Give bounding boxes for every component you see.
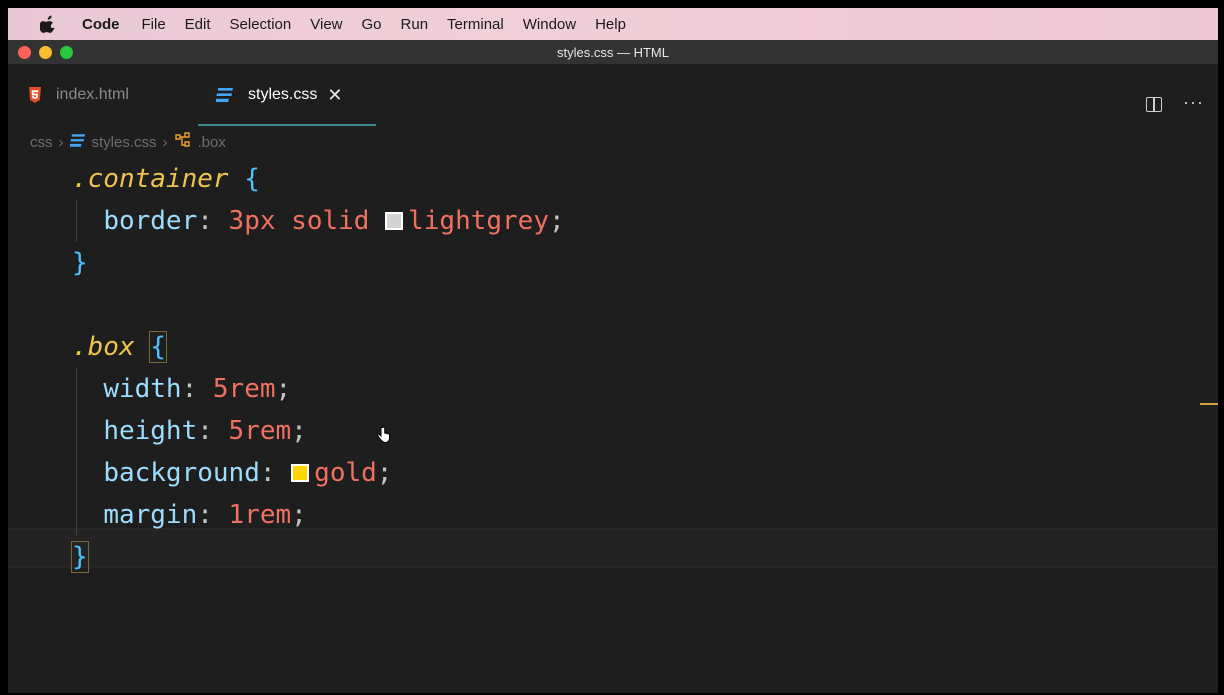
- css-property: height: [103, 416, 198, 446]
- css-property: width: [103, 374, 182, 404]
- close-icon[interactable]: ✕: [327, 85, 342, 106]
- code-line-6: width: 5rem;: [103, 374, 292, 404]
- breadcrumb: css › styles.css › .box: [30, 130, 226, 154]
- color-swatch-icon[interactable]: [291, 464, 310, 482]
- hand-pointer-icon: [376, 426, 392, 449]
- code-line-2: border: 3px solid lightgrey;: [103, 206, 565, 236]
- menu-terminal[interactable]: Terminal: [447, 16, 504, 33]
- open-brace: {: [149, 331, 167, 363]
- css-file-icon: [69, 133, 86, 152]
- open-brace: {: [244, 164, 260, 194]
- menu-go[interactable]: Go: [362, 16, 382, 33]
- css-value: lightgrey: [408, 206, 549, 236]
- chevron-right-icon: ›: [162, 133, 168, 151]
- code-line-8: background: gold;: [103, 458, 393, 488]
- css-property: border: [103, 206, 198, 236]
- zoom-window-button[interactable]: [60, 46, 73, 59]
- close-window-button[interactable]: [18, 46, 31, 59]
- breadcrumb-folder[interactable]: css: [30, 134, 53, 151]
- code-line-3: }: [72, 242, 88, 284]
- menu-view[interactable]: View: [310, 16, 342, 33]
- css-file-icon: [216, 87, 234, 103]
- breadcrumb-symbol[interactable]: .box: [198, 134, 226, 151]
- color-swatch-icon[interactable]: [385, 212, 404, 230]
- more-actions-icon[interactable]: ···: [1183, 92, 1204, 113]
- close-brace: }: [71, 541, 89, 573]
- css-value: gold: [314, 458, 377, 488]
- menu-run[interactable]: Run: [401, 16, 429, 33]
- editor-tab-bar: index.html styles.css ✕ ···: [8, 64, 1218, 126]
- code-editor[interactable]: .container { border: 3px solid lightgrey…: [8, 158, 1218, 693]
- menu-bar: Code File Edit Selection View Go Run Ter…: [8, 8, 1218, 40]
- css-selector: .box: [72, 332, 135, 362]
- css-value: solid: [291, 206, 370, 236]
- code-line-5: .box {: [72, 326, 167, 368]
- css-property: margin: [103, 500, 198, 530]
- traffic-lights: [18, 46, 73, 59]
- menu-app-code[interactable]: Code: [82, 16, 120, 33]
- active-tab-indicator: [198, 124, 376, 126]
- menu-edit[interactable]: Edit: [185, 16, 211, 33]
- css-value: 1rem: [228, 500, 292, 530]
- split-editor-icon[interactable]: [1146, 97, 1162, 112]
- css-value: 5rem: [212, 374, 276, 404]
- window-title: styles.css — HTML: [557, 44, 669, 60]
- tab-label: index.html: [56, 86, 129, 103]
- close-brace: }: [72, 248, 88, 278]
- apple-logo-icon[interactable]: [39, 15, 56, 33]
- window-title-bar: styles.css — HTML: [8, 40, 1218, 64]
- tab-styles-css[interactable]: styles.css ✕: [198, 64, 376, 126]
- css-value: 3px: [228, 206, 276, 236]
- html-file-icon: [28, 87, 42, 103]
- tab-label: styles.css: [248, 86, 318, 103]
- screen: Code File Edit Selection View Go Run Ter…: [8, 8, 1218, 693]
- css-selector: .container: [72, 164, 229, 194]
- code-line-7: height: 5rem;: [103, 416, 307, 446]
- overview-ruler-marker: [1200, 403, 1218, 405]
- menu-selection[interactable]: Selection: [230, 16, 292, 33]
- tab-index-html[interactable]: index.html: [28, 64, 188, 126]
- code-line-10: }: [71, 536, 89, 578]
- code-line-1: .container {: [72, 158, 260, 200]
- menu-help[interactable]: Help: [595, 16, 626, 33]
- chevron-right-icon: ›: [58, 133, 64, 151]
- symbol-class-icon: [174, 132, 192, 152]
- css-value: 5rem: [228, 416, 292, 446]
- menu-file[interactable]: File: [142, 16, 166, 33]
- minimize-window-button[interactable]: [39, 46, 52, 59]
- code-line-9: margin: 1rem;: [103, 500, 307, 530]
- menu-window[interactable]: Window: [523, 16, 576, 33]
- breadcrumb-file[interactable]: styles.css: [92, 134, 157, 151]
- css-property: background: [103, 458, 260, 488]
